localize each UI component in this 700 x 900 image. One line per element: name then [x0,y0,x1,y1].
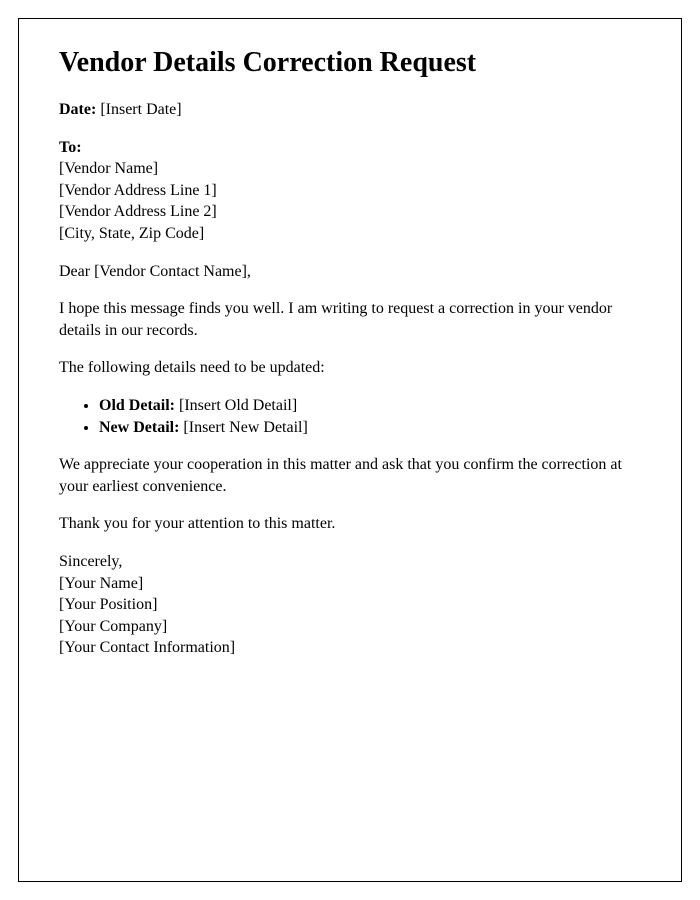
to-line-4: [City, State, Zip Code] [59,223,641,245]
to-line-1: [Vendor Name] [59,158,641,180]
to-line-2: [Vendor Address Line 1] [59,180,641,202]
old-detail-item: Old Detail: [Insert Old Detail] [99,395,641,417]
salutation: Dear [Vendor Contact Name], [59,261,641,283]
details-lead: The following details need to be updated… [59,357,641,379]
signoff: Sincerely, [59,551,641,573]
details-list: Old Detail: [Insert Old Detail] New Deta… [99,395,641,438]
thanks-paragraph: Thank you for your attention to this mat… [59,513,641,535]
date-line: Date: [Insert Date] [59,99,641,121]
to-line-3: [Vendor Address Line 2] [59,201,641,223]
new-detail-label: New Detail: [99,419,179,436]
new-detail-item: New Detail: [Insert New Detail] [99,417,641,439]
closing-line-3: [Your Company] [59,616,641,638]
to-label: To: [59,137,641,159]
old-detail-label: Old Detail: [99,397,175,414]
new-detail-value: [Insert New Detail] [179,419,307,436]
date-label: Date: [59,101,96,118]
closing-line-4: [Your Contact Information] [59,637,641,659]
date-value: [Insert Date] [96,101,181,118]
page-title: Vendor Details Correction Request [59,47,641,79]
cooperation-paragraph: We appreciate your cooperation in this m… [59,454,641,497]
intro-paragraph: I hope this message finds you well. I am… [59,298,641,341]
document-page: Vendor Details Correction Request Date: … [18,18,682,882]
old-detail-value: [Insert Old Detail] [175,397,297,414]
closing-line-1: [Your Name] [59,573,641,595]
closing-line-2: [Your Position] [59,594,641,616]
to-block: To: [Vendor Name] [Vendor Address Line 1… [59,137,641,245]
closing-block: Sincerely, [Your Name] [Your Position] [… [59,551,641,659]
